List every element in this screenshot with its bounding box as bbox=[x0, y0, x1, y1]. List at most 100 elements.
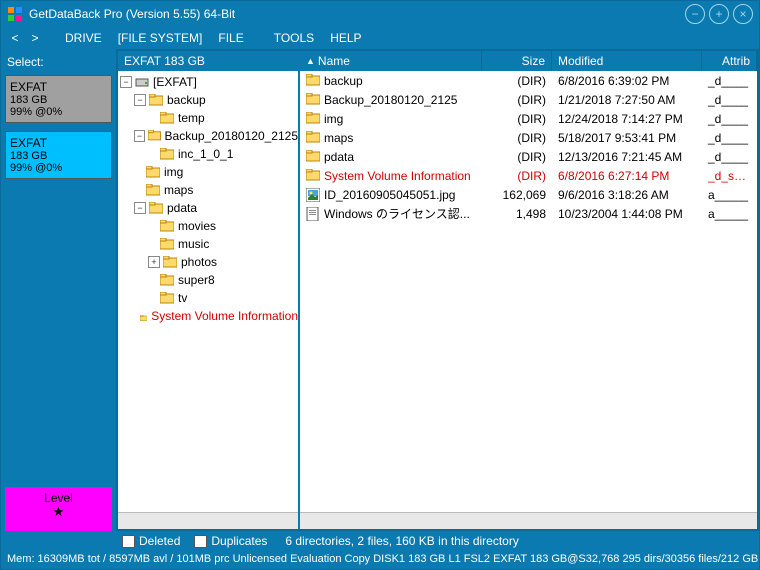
tree-node-label: maps bbox=[164, 183, 193, 197]
file-modified: 6/8/2016 6:27:14 PM bbox=[552, 169, 702, 183]
bottom-statusbar: Mem: 16309MB tot / 8597MB avl / 101MB pr… bbox=[1, 551, 759, 569]
folder-icon bbox=[306, 131, 320, 145]
folder-icon bbox=[146, 166, 160, 178]
file-modified: 12/24/2018 7:14:27 PM bbox=[552, 112, 702, 126]
sidebar: Select: EXFAT 183 GB 99% @0% EXFAT 183 G… bbox=[1, 49, 116, 531]
level-label: Level bbox=[5, 491, 112, 505]
tree-node-inc[interactable]: inc_1_0_1 bbox=[148, 145, 298, 163]
folder-icon bbox=[306, 169, 320, 183]
tree-node-photos[interactable]: +photos bbox=[148, 253, 298, 271]
tree-node-movies[interactable]: movies bbox=[148, 217, 298, 235]
maximize-button[interactable]: + bbox=[709, 4, 729, 24]
file-list[interactable]: backup(DIR)6/8/2016 6:39:02 PM_d____Back… bbox=[300, 71, 757, 512]
file-row[interactable]: img(DIR)12/24/2018 7:14:27 PM_d____ bbox=[300, 109, 757, 128]
file-row[interactable]: pdata(DIR)12/13/2016 7:21:45 AM_d____ bbox=[300, 147, 757, 166]
col-size[interactable]: Size bbox=[482, 51, 552, 71]
level-indicator[interactable]: Level ★ bbox=[5, 487, 112, 531]
tree-node-maps[interactable]: maps bbox=[134, 181, 298, 199]
folder-icon bbox=[160, 220, 174, 232]
tree-hscrollbar[interactable] bbox=[118, 512, 298, 529]
drive-tile-0[interactable]: EXFAT 183 GB 99% @0% bbox=[5, 75, 112, 123]
file-row[interactable]: System Volume Information(DIR)6/8/2016 6… bbox=[300, 166, 757, 185]
file-modified: 6/8/2016 6:39:02 PM bbox=[552, 74, 702, 88]
close-button[interactable]: × bbox=[733, 4, 753, 24]
tree-node-pdata[interactable]: − pdata bbox=[134, 199, 298, 217]
tree-node-temp[interactable]: temp bbox=[148, 109, 298, 127]
level-star-icon: ★ bbox=[5, 505, 112, 518]
file-row[interactable]: backup(DIR)6/8/2016 6:39:02 PM_d____ bbox=[300, 71, 757, 90]
directory-tree[interactable]: − [EXFAT] − backup bbox=[118, 71, 298, 512]
list-hscrollbar[interactable] bbox=[300, 512, 757, 529]
drive-tile-1[interactable]: EXFAT 183 GB 99% @0% bbox=[5, 131, 112, 179]
file-size: 162,069 bbox=[482, 188, 552, 202]
file-size: (DIR) bbox=[482, 131, 552, 145]
file-attrib: _d____ bbox=[702, 112, 757, 126]
menu-file[interactable]: FILE bbox=[212, 31, 249, 45]
window-title: GetDataBack Pro (Version 5.55) 64-Bit bbox=[29, 7, 681, 21]
file-name: pdata bbox=[324, 150, 354, 164]
drive-stat: 99% @0% bbox=[10, 162, 107, 174]
folder-icon bbox=[160, 112, 174, 124]
file-attrib: _d____ bbox=[702, 150, 757, 164]
file-size: (DIR) bbox=[482, 112, 552, 126]
tree-node-label: [EXFAT] bbox=[153, 75, 197, 89]
file-modified: 1/21/2018 7:27:50 AM bbox=[552, 93, 702, 107]
image-icon bbox=[306, 188, 320, 202]
menu-help[interactable]: HELP bbox=[324, 31, 367, 45]
expander-icon[interactable]: + bbox=[148, 256, 160, 268]
file-row[interactable]: maps(DIR)5/18/2017 9:53:41 PM_d____ bbox=[300, 128, 757, 147]
drive-name: EXFAT bbox=[10, 80, 107, 94]
tree-root[interactable]: − [EXFAT] bbox=[120, 73, 298, 91]
tree-node-img[interactable]: img bbox=[134, 163, 298, 181]
folder-icon bbox=[146, 184, 160, 196]
status-summary: 6 directories, 2 files, 160 KB in this d… bbox=[273, 534, 518, 548]
drive-size: 183 GB bbox=[10, 94, 107, 106]
folder-icon bbox=[163, 256, 177, 268]
col-modified[interactable]: Modified bbox=[552, 51, 702, 71]
list-pane: ▲Name Size Modified Attrib backup(DIR)6/… bbox=[298, 51, 757, 529]
tree-node-music[interactable]: music bbox=[148, 235, 298, 253]
file-icon bbox=[306, 207, 320, 221]
col-attrib[interactable]: Attrib bbox=[702, 51, 757, 71]
tree-node-label: inc_1_0_1 bbox=[178, 147, 233, 161]
expander-icon[interactable]: − bbox=[134, 130, 145, 142]
duplicates-label: Duplicates bbox=[211, 534, 267, 548]
deleted-checkbox[interactable] bbox=[122, 535, 135, 548]
file-attrib: a_____ bbox=[702, 207, 757, 221]
nav-forward-button[interactable]: > bbox=[27, 31, 43, 45]
file-name: ID_20160905045051.jpg bbox=[324, 188, 455, 202]
file-size: (DIR) bbox=[482, 169, 552, 183]
file-attrib: a_____ bbox=[702, 188, 757, 202]
file-attrib: _d_sh__ bbox=[702, 169, 757, 183]
tree-node-label: music bbox=[178, 237, 209, 251]
folder-icon bbox=[306, 112, 320, 126]
folder-icon bbox=[160, 274, 174, 286]
tree-node-tv[interactable]: tv bbox=[148, 289, 298, 307]
file-modified: 9/6/2016 3:18:26 AM bbox=[552, 188, 702, 202]
file-size: 1,498 bbox=[482, 207, 552, 221]
file-row[interactable]: Windows のライセンス認...1,49810/23/2004 1:44:0… bbox=[300, 204, 757, 223]
expander-icon[interactable]: − bbox=[134, 202, 146, 214]
nav-back-button[interactable]: < bbox=[7, 31, 23, 45]
deleted-label: Deleted bbox=[139, 534, 180, 548]
tree-node-svi[interactable]: System Volume Information bbox=[134, 307, 298, 325]
expander-icon[interactable]: − bbox=[120, 76, 132, 88]
titlebar: GetDataBack Pro (Version 5.55) 64-Bit − … bbox=[1, 1, 759, 27]
tree-node-backup[interactable]: − backup bbox=[134, 91, 298, 109]
col-name[interactable]: ▲Name bbox=[300, 51, 482, 71]
statusbar: Deleted Duplicates 6 directories, 2 file… bbox=[1, 531, 759, 551]
file-attrib: _d____ bbox=[702, 74, 757, 88]
tree-node-super8[interactable]: super8 bbox=[148, 271, 298, 289]
tree-node-label: img bbox=[164, 165, 183, 179]
file-row[interactable]: ID_20160905045051.jpg 162,0699/6/2016 3:1… bbox=[300, 185, 757, 204]
menu-filesystem[interactable]: [FILE SYSTEM] bbox=[112, 31, 209, 45]
tree-node-backup2[interactable]: − Backup_20180120_2125 bbox=[134, 127, 298, 145]
expander-icon[interactable]: − bbox=[134, 94, 146, 106]
sidebar-header: Select: bbox=[5, 53, 112, 75]
minimize-button[interactable]: − bbox=[685, 4, 705, 24]
duplicates-checkbox[interactable] bbox=[194, 535, 207, 548]
menu-drive[interactable]: DRIVE bbox=[59, 31, 108, 45]
file-row[interactable]: Backup_20180120_2125(DIR)1/21/2018 7:27:… bbox=[300, 90, 757, 109]
list-header: ▲Name Size Modified Attrib bbox=[300, 51, 757, 71]
menu-tools[interactable]: TOOLS bbox=[268, 31, 320, 45]
